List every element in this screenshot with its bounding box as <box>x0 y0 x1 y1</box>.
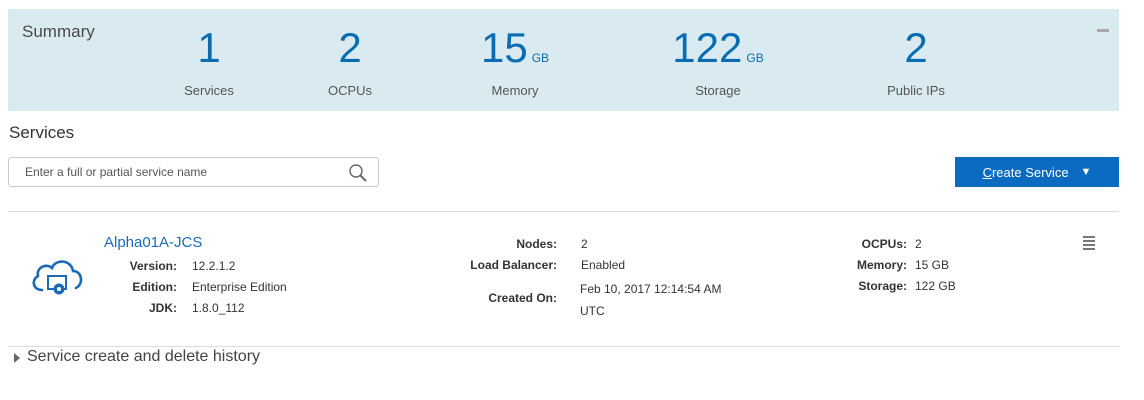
service-details-left: Version: 12.2.1.2 Edition: Enterprise Edit… <box>113 256 287 319</box>
service-name-link[interactable]: Alpha01A-JCS <box>104 234 202 251</box>
detail-key: Load Balancer: <box>470 258 557 272</box>
detail-value: 2 <box>915 237 922 251</box>
metric-label: Services <box>184 83 234 98</box>
metric-value: 2 <box>338 24 362 71</box>
metric-unit: GB <box>746 51 764 65</box>
metric-services: 1 Services <box>168 23 250 98</box>
metric-ocpus: 2 OCPUs <box>309 23 391 98</box>
detail-value: 122 GB <box>915 279 956 293</box>
metric-label: Storage <box>695 83 741 98</box>
metric-label: OCPUs <box>327 83 373 98</box>
service-details-right: OCPUs: 2 Memory: 15 GB Storage: 122 GB <box>840 234 956 297</box>
services-heading: Services <box>9 123 75 142</box>
metric-unit: GB <box>531 51 550 65</box>
detail-key: Storage: <box>858 279 907 293</box>
detail-key: JDK: <box>148 301 177 315</box>
service-history-toggle[interactable]: Service create and delete history <box>14 348 260 366</box>
detail-value: 1.8.0_112 <box>192 301 245 315</box>
detail-value: 12.2.1.2 <box>192 259 236 273</box>
detail-row: JDK: 1.8.0_112 <box>113 298 287 319</box>
caret-down-icon: ▼ <box>1080 166 1092 178</box>
minus-icon[interactable] <box>1097 29 1109 32</box>
detail-value: 2 <box>581 237 588 251</box>
hamburger-menu-icon[interactable] <box>1083 236 1095 250</box>
metric-public-ips: 2 Public IPs <box>868 23 964 98</box>
page: Summary 1 Services 2 OCPUs 15 GB Memory 1… <box>0 0 1144 400</box>
detail-row: Load Balancer: Enabled <box>433 255 625 276</box>
detail-key: Version: <box>129 259 177 273</box>
create-service-mnemonic: C <box>982 164 992 180</box>
detail-value: Enterprise Edition <box>192 280 287 294</box>
detail-key: Memory: <box>856 258 907 272</box>
divider <box>8 346 1119 347</box>
detail-row: Version: 12.2.1.2 <box>113 256 287 277</box>
detail-value: Enabled <box>581 258 626 272</box>
triangle-right-icon <box>14 353 20 363</box>
created-on-date: Feb 10, 2017 12:14:54 AM <box>580 282 722 296</box>
metric-label: Memory <box>491 83 539 98</box>
detail-key: OCPUs: <box>861 237 907 251</box>
metric-label: Public IPs <box>887 83 945 98</box>
service-history-label: Service create and delete history <box>27 348 261 365</box>
detail-row: Storage: 122 GB <box>840 276 956 297</box>
cloud-service-icon <box>32 260 83 295</box>
metric-storage: 122 GB Storage <box>658 23 778 98</box>
detail-row: Memory: 15 GB <box>840 255 956 276</box>
service-details-mid: Nodes: 2 Load Balancer: Enabled <box>433 234 625 276</box>
search-input[interactable] <box>9 158 339 186</box>
created-on-timezone: UTC <box>580 304 605 318</box>
divider <box>8 211 1119 212</box>
created-on-value: Feb 10, 2017 12:14:54 AM UTC <box>580 278 760 322</box>
detail-value: 15 GB <box>915 258 950 272</box>
create-service-label: reate Service <box>991 164 1069 180</box>
create-service-button[interactable]: Create Service ▼ <box>955 157 1119 187</box>
summary-title: Summary <box>22 22 95 41</box>
metric-memory: 15 GB Memory <box>465 23 565 98</box>
metric-value: 122 <box>672 24 743 71</box>
summary-panel: Summary 1 Services 2 OCPUs 15 GB Memory 1… <box>8 9 1119 111</box>
search-box <box>8 157 379 187</box>
detail-key: Edition: <box>132 280 177 294</box>
detail-row: Nodes: 2 <box>433 234 625 255</box>
detail-row: OCPUs: 2 <box>840 234 956 255</box>
metric-value: 15 <box>480 24 528 71</box>
search-icon[interactable] <box>348 163 368 183</box>
detail-row: Edition: Enterprise Edition <box>113 277 287 298</box>
created-on-key: Created On: <box>488 291 557 305</box>
metric-value: 1 <box>197 24 221 71</box>
detail-key: Nodes: <box>516 237 557 251</box>
metric-value: 2 <box>904 24 928 71</box>
